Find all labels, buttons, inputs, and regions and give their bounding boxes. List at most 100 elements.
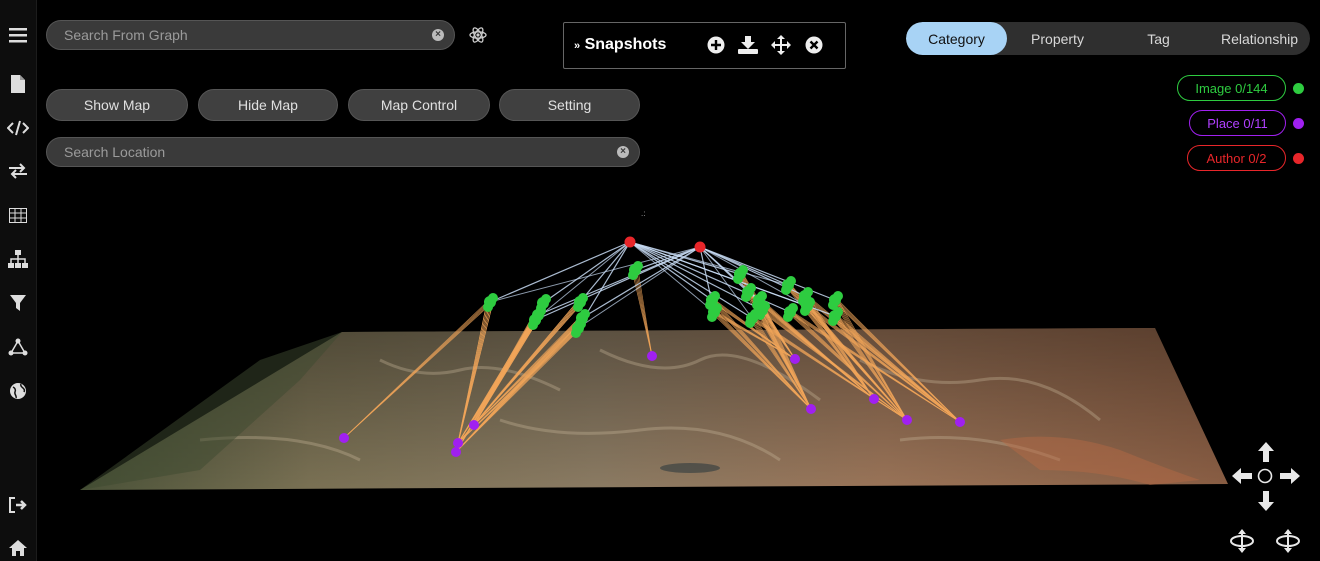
image-node[interactable] [629,264,641,276]
image-node[interactable] [784,306,796,318]
snapshots-header[interactable]: » Snapshots [574,36,666,54]
map-graph-canvas[interactable]: .: [0,0,1320,561]
image-node[interactable] [746,283,756,293]
tab-relationship[interactable]: Relationship [1209,22,1310,55]
arrow-left-icon[interactable] [1232,467,1252,490]
image-node[interactable] [576,312,588,324]
image-node[interactable] [805,297,815,307]
image-node[interactable] [746,312,758,324]
code-icon[interactable] [7,117,29,139]
image-node[interactable] [741,292,751,302]
filter-icon[interactable] [7,292,29,314]
swap-icon[interactable] [7,160,29,182]
graph-search-input[interactable] [62,26,392,44]
globe-icon[interactable] [7,380,29,402]
terrain-map-plane[interactable] [80,328,1228,490]
image-node[interactable] [760,301,770,311]
image-node[interactable] [531,315,541,325]
author-node[interactable] [694,241,706,253]
image-node[interactable] [628,270,638,280]
image-node[interactable] [783,312,793,322]
image-node[interactable] [633,261,643,271]
image-node[interactable] [756,304,768,316]
image-node[interactable] [742,286,754,298]
image-node[interactable] [745,318,755,328]
place-node[interactable] [806,404,816,414]
image-node[interactable] [705,300,715,310]
map-control-button[interactable]: Map Control [348,89,490,121]
image-node[interactable] [733,274,743,284]
image-node[interactable] [712,303,722,313]
file-icon[interactable] [7,73,29,95]
image-node[interactable] [573,302,583,312]
image-node[interactable] [738,265,748,275]
image-node[interactable] [753,294,765,306]
image-node[interactable] [799,290,811,302]
image-node[interactable] [803,287,813,297]
place-node[interactable] [451,447,461,457]
image-node[interactable] [575,318,585,328]
image-node[interactable] [706,294,718,306]
atom-icon[interactable] [469,26,487,49]
image-node[interactable] [580,309,590,319]
image-node[interactable] [833,291,843,301]
image-node[interactable] [798,296,808,306]
image-node[interactable] [829,310,841,322]
setting-button[interactable]: Setting [499,89,640,121]
image-node[interactable] [750,309,760,319]
legend-image[interactable]: Image 0/144 [1177,75,1286,101]
image-node[interactable] [537,297,549,309]
tab-tag[interactable]: Tag [1108,22,1209,55]
hierarchy-icon[interactable] [7,248,29,270]
legend-author[interactable]: Author 0/2 [1187,145,1286,171]
place-node[interactable] [955,417,965,427]
add-circle-icon[interactable] [706,35,726,55]
image-node[interactable] [536,306,546,316]
network-icon[interactable] [7,336,29,358]
image-node[interactable] [800,306,810,316]
image-node[interactable] [483,302,493,312]
image-node[interactable] [532,309,544,321]
clear-location-search-icon[interactable]: × [617,146,629,158]
rotate-left-icon[interactable] [1229,529,1255,558]
place-node[interactable] [902,415,912,425]
arrow-up-icon[interactable] [1257,442,1275,467]
image-node[interactable] [571,328,581,338]
rotate-right-icon[interactable] [1275,529,1301,558]
image-node[interactable] [533,311,543,321]
image-node[interactable] [734,268,746,280]
image-node[interactable] [578,293,588,303]
download-icon[interactable] [738,35,758,55]
menu-icon[interactable] [7,24,29,46]
hide-map-button[interactable]: Hide Map [198,89,338,121]
table-icon[interactable] [7,204,29,226]
image-node[interactable] [541,294,551,304]
place-node[interactable] [339,433,349,443]
image-node[interactable] [574,296,586,308]
image-node[interactable] [828,300,838,310]
place-node[interactable] [453,438,463,448]
legend-place[interactable]: Place 0/11 [1189,110,1286,136]
image-node[interactable] [708,306,720,318]
center-reset-icon[interactable] [1257,468,1273,489]
home-icon[interactable] [7,537,29,559]
image-node[interactable] [488,293,498,303]
logout-icon[interactable] [7,494,29,516]
place-node[interactable] [790,354,800,364]
image-node[interactable] [788,303,798,313]
place-node[interactable] [869,394,879,404]
close-circle-icon[interactable] [804,35,824,55]
image-node[interactable] [801,300,813,312]
image-node[interactable] [752,300,762,310]
arrow-right-icon[interactable] [1280,467,1300,490]
image-node[interactable] [757,291,767,301]
tab-property[interactable]: Property [1007,22,1108,55]
move-icon[interactable] [771,35,791,55]
image-node[interactable] [576,319,586,329]
image-node[interactable] [782,279,794,291]
place-node[interactable] [647,351,657,361]
image-node[interactable] [572,322,584,334]
image-node[interactable] [828,316,838,326]
image-node[interactable] [786,276,796,286]
place-node[interactable] [469,420,479,430]
